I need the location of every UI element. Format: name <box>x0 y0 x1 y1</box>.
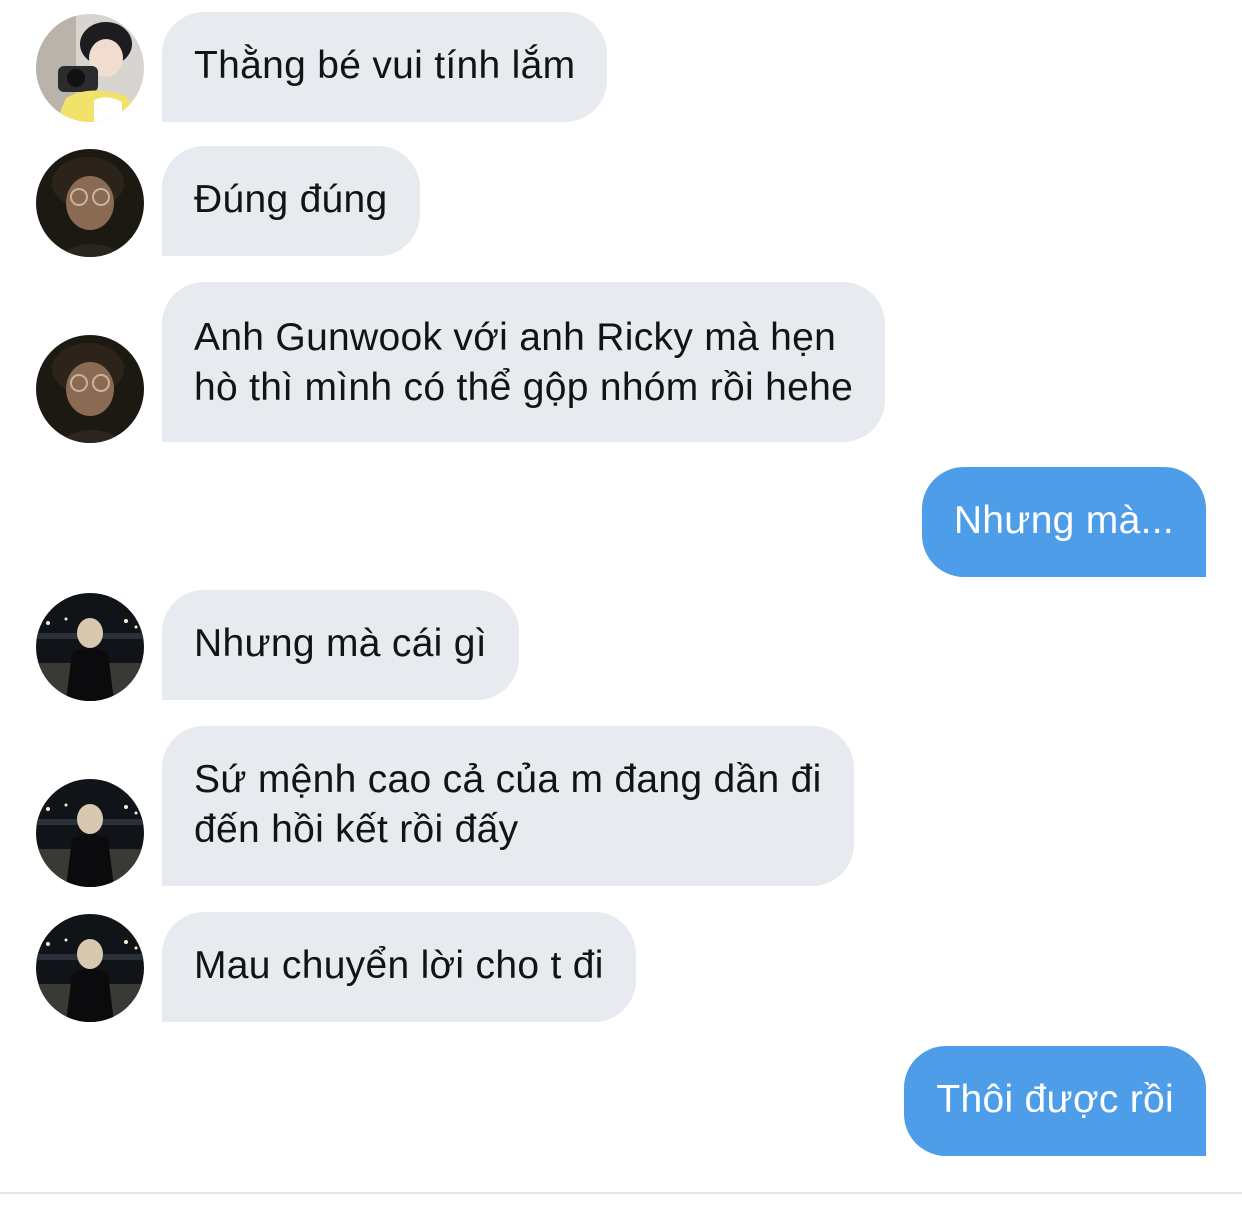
message-text: Nhưng mà cái gì <box>194 622 487 665</box>
message-text: Sứ mệnh cao cả của m đang dần đi <box>194 758 822 801</box>
message-text: Nhưng mà... <box>953 499 1174 542</box>
chat-thread: Thằng bé vui tính lắm Đúng đúng Anh Gunw… <box>0 0 1242 1208</box>
message-text: Thôi được rồi <box>936 1078 1174 1121</box>
message-bubble-incoming[interactable]: Nhưng mà cái gì <box>162 590 519 700</box>
message-bubble-outgoing[interactable]: Nhưng mà... <box>921 467 1206 577</box>
message-text: Thằng bé vui tính lắm <box>194 44 576 87</box>
message-bubble-incoming[interactable]: Anh Gunwook với anh Ricky mà hẹn hò thì … <box>162 282 886 442</box>
message-text: hò thì mình có thể gộp nhóm rồi hehe <box>194 366 854 409</box>
avatar-user-glasses[interactable] <box>36 149 144 257</box>
avatar-user-night[interactable] <box>36 914 144 1022</box>
message-bubble-incoming[interactable]: Đúng đúng <box>162 146 420 256</box>
message-text: Mau chuyển lời cho t đi <box>194 944 604 987</box>
message-text: Đúng đúng <box>194 178 388 221</box>
message-text: đến hồi kết rồi đấy <box>194 808 519 851</box>
message-bubble-incoming[interactable]: Mau chuyển lời cho t đi <box>162 912 636 1022</box>
avatar-user-glasses[interactable] <box>36 335 144 443</box>
message-bubble-incoming[interactable]: Sứ mệnh cao cả của m đang dần đi đến hồi… <box>162 726 854 886</box>
composer-divider <box>0 1192 1242 1194</box>
message-text: Anh Gunwook với anh Ricky mà hẹn <box>194 316 837 359</box>
message-bubble-incoming[interactable]: Thằng bé vui tính lắm <box>162 12 608 122</box>
avatar-user-camera[interactable] <box>36 14 144 122</box>
avatar-user-night[interactable] <box>36 779 144 887</box>
message-bubble-outgoing[interactable]: Thôi được rồi <box>904 1046 1206 1156</box>
avatar-user-night[interactable] <box>36 593 144 701</box>
